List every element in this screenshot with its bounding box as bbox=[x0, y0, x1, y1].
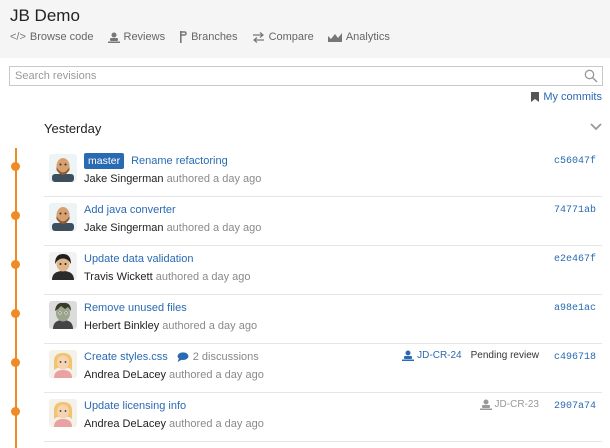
commit-message[interactable]: Rename refactoring bbox=[131, 155, 228, 167]
my-commits-label: My commits bbox=[543, 91, 602, 103]
code-icon: </> bbox=[10, 30, 26, 43]
project-header: JB Demo </> Browse code Reviews Branches… bbox=[0, 0, 610, 58]
review-info: JD-CR-23 bbox=[479, 399, 539, 410]
commit-author: Andrea DeLacey bbox=[84, 418, 166, 430]
nav-reviews[interactable]: Reviews bbox=[107, 31, 166, 43]
commit-time: authored a day ago bbox=[169, 369, 264, 381]
nav-label: Compare bbox=[268, 31, 314, 43]
timeline-dot bbox=[11, 309, 20, 318]
commit-hash[interactable]: e2e467f bbox=[554, 254, 596, 265]
timeline-dot bbox=[11, 358, 20, 367]
compare-icon bbox=[252, 31, 265, 43]
nav-branches[interactable]: Branches bbox=[179, 31, 238, 43]
chevron-down-icon[interactable] bbox=[590, 123, 602, 131]
avatar bbox=[49, 252, 77, 280]
review-info: JD-CR-24 Pending review bbox=[402, 350, 539, 361]
commit-author: Andrea DeLacey bbox=[84, 369, 166, 381]
my-commits-link[interactable]: My commits bbox=[531, 91, 602, 103]
search-icon[interactable] bbox=[584, 69, 598, 83]
avatar bbox=[49, 399, 77, 427]
commit-row: Add java converter Jake Singerman author… bbox=[11, 197, 602, 246]
commit-hash[interactable]: c496718 bbox=[554, 352, 596, 363]
branch-badge[interactable]: master bbox=[84, 153, 125, 169]
review-status: Pending review bbox=[470, 350, 539, 361]
section-title: Yesterday bbox=[44, 121, 102, 136]
avatar bbox=[49, 301, 77, 329]
commit-row: Remove unused files Herbert Binkley auth… bbox=[11, 295, 602, 344]
project-nav: </> Browse code Reviews Branches Compare bbox=[10, 31, 404, 43]
discussions-link[interactable]: 2 discussions bbox=[176, 351, 259, 363]
review-id[interactable]: JD-CR-23 bbox=[495, 399, 539, 410]
bookmark-icon bbox=[531, 92, 540, 102]
avatar bbox=[49, 203, 77, 231]
commit-hash[interactable]: c56047f bbox=[554, 156, 596, 167]
commit-message[interactable]: Update data validation bbox=[84, 253, 193, 265]
timeline-dot bbox=[11, 211, 20, 220]
commit-time: authored a day ago bbox=[162, 320, 258, 332]
review-id[interactable]: JD-CR-24 bbox=[417, 350, 461, 361]
timeline-dot bbox=[11, 407, 20, 416]
reviews-icon bbox=[107, 32, 120, 43]
commit-row: Create styles.css 2 discussions Andrea D… bbox=[11, 344, 602, 393]
commit-row: Update data validation Travis Wickett au… bbox=[11, 246, 602, 295]
commit-author: Jake Singerman bbox=[84, 173, 164, 185]
commit-message[interactable]: Remove unused files bbox=[84, 302, 187, 314]
search-input[interactable] bbox=[10, 67, 570, 85]
avatar bbox=[49, 350, 77, 378]
avatar bbox=[49, 154, 77, 182]
commit-author: Herbert Binkley bbox=[84, 320, 160, 332]
review-icon bbox=[402, 350, 415, 361]
commit-time: authored a day ago bbox=[169, 418, 264, 430]
nav-compare[interactable]: Compare bbox=[252, 31, 314, 43]
timeline-dot bbox=[11, 162, 20, 171]
comment-icon bbox=[177, 351, 189, 362]
nav-label: Branches bbox=[191, 31, 238, 43]
project-title: JB Demo bbox=[10, 6, 80, 25]
nav-label: Browse code bbox=[29, 31, 94, 43]
commit-author: Jake Singerman bbox=[84, 222, 164, 234]
discussions-count: 2 discussions bbox=[192, 351, 259, 363]
timeline-line bbox=[15, 148, 17, 448]
commit-row: master Rename refactoring Jake Singerman… bbox=[11, 148, 602, 197]
nav-label: Analytics bbox=[345, 31, 390, 43]
branches-icon bbox=[179, 31, 187, 43]
commit-message[interactable]: Update licensing info bbox=[84, 400, 186, 412]
commit-row: Update licensing info Andrea DeLacey aut… bbox=[11, 393, 602, 442]
commit-time: authored a day ago bbox=[166, 222, 262, 234]
analytics-icon bbox=[327, 32, 342, 42]
commit-hash[interactable]: 2907a74 bbox=[554, 401, 596, 412]
commit-message[interactable]: Create styles.css bbox=[84, 351, 168, 363]
nav-label: Reviews bbox=[123, 31, 166, 43]
commit-message[interactable]: Add java converter bbox=[84, 204, 176, 216]
commit-time: authored a day ago bbox=[155, 271, 251, 283]
nav-analytics[interactable]: Analytics bbox=[327, 31, 390, 43]
search-box bbox=[9, 66, 603, 86]
commit-hash[interactable]: 74771ab bbox=[554, 205, 596, 216]
commit-hash[interactable]: a98e1ac bbox=[554, 303, 596, 314]
commit-author: Travis Wickett bbox=[84, 271, 153, 283]
review-icon bbox=[479, 399, 492, 410]
commit-time: authored a day ago bbox=[166, 173, 262, 185]
nav-browse-code[interactable]: </> Browse code bbox=[10, 31, 94, 43]
timeline-dot bbox=[11, 260, 20, 269]
